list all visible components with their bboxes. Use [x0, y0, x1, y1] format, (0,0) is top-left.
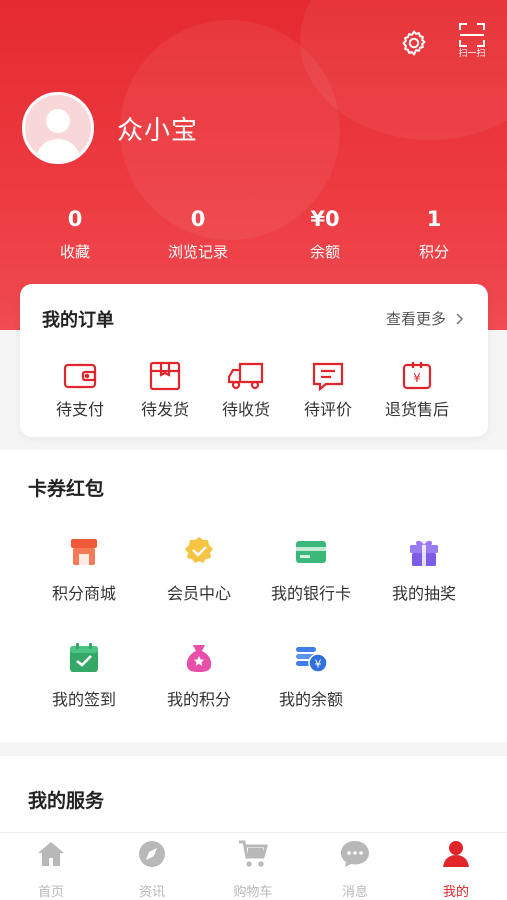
tab-messages[interactable]: 消息 [315, 839, 395, 900]
lottery-button[interactable]: 我的抽奖 [364, 532, 484, 604]
wallet-icon [60, 359, 100, 393]
member-center-button[interactable]: 会员中心 [139, 532, 259, 604]
checkin-button[interactable]: 我的签到 [24, 638, 144, 710]
coupon-item-label: 我的余额 [278, 690, 343, 709]
tab-label: 消息 [341, 885, 368, 900]
tab-cart[interactable]: 购物车 [213, 839, 293, 900]
order-pending-review[interactable]: 待评价 [293, 359, 363, 420]
services-title: 我的服务 [28, 790, 105, 812]
points-mall-button[interactable]: 积分商城 [24, 532, 144, 604]
comment-icon [308, 359, 348, 393]
package-icon [145, 359, 185, 393]
orders-more-label: 查看更多 [385, 310, 446, 328]
stat-balance[interactable]: ¥0 余额 [280, 205, 370, 262]
chevron-right-icon [456, 312, 464, 325]
stat-label: 积分 [418, 243, 449, 261]
scan-icon [459, 23, 485, 47]
my-balance-button[interactable]: ¥ 我的余额 [251, 638, 371, 710]
scan-button[interactable]: 扫一扫 [452, 22, 492, 66]
bank-card-button[interactable]: 我的银行卡 [251, 532, 371, 604]
order-item-label: 待收货 [221, 400, 270, 419]
calendar-check-icon [64, 638, 104, 678]
stat-value: ¥0 [310, 207, 340, 231]
stat-favorites[interactable]: 0 收藏 [30, 205, 120, 262]
orders-more-link[interactable]: 查看更多 [386, 308, 466, 329]
orders-title: 我的订单 [42, 310, 114, 331]
tab-label: 首页 [37, 885, 64, 900]
coupon-item-label: 积分商城 [51, 584, 116, 603]
member-badge-icon [179, 532, 219, 572]
gift-icon [404, 532, 444, 572]
order-pending-receipt[interactable]: 待收货 [211, 359, 281, 420]
order-pending-payment[interactable]: 待支付 [45, 359, 115, 420]
order-item-label: 待评价 [303, 400, 352, 419]
avatar[interactable] [22, 92, 94, 164]
stat-label: 浏览记录 [167, 243, 228, 261]
coins-icon: ¥ [291, 638, 331, 678]
user-icon [439, 839, 473, 869]
order-item-label: 待发货 [140, 400, 189, 419]
compass-icon [135, 839, 169, 869]
stat-value: 0 [67, 207, 83, 231]
order-pending-shipment[interactable]: 待发货 [130, 359, 200, 420]
coupon-item-label: 会员中心 [166, 584, 231, 603]
username[interactable]: 众小宝 [117, 110, 198, 147]
coupon-item-label: 我的积分 [166, 690, 231, 709]
tab-mine[interactable]: 我的 [416, 839, 496, 900]
scan-label: 扫一扫 [458, 49, 486, 59]
orders-card: 我的订单 查看更多 待支付 待发货 待收货 待评价 ¥ 退货售后 [20, 284, 488, 437]
stat-label: 余额 [309, 243, 340, 261]
coupons-section: 卡券红包 积分商城 会员中心 我的银行卡 我的抽奖 我的签到 我的积分 ¥ 我的… [0, 450, 507, 742]
settings-button[interactable] [398, 28, 430, 60]
order-item-label: 退货售后 [384, 400, 449, 419]
order-item-label: 待支付 [55, 400, 104, 419]
svg-text:¥: ¥ [315, 658, 322, 671]
tab-label: 资讯 [138, 885, 165, 900]
home-icon [34, 839, 68, 869]
stat-value: 0 [190, 207, 206, 231]
stat-history[interactable]: 0 浏览记录 [148, 205, 248, 262]
bank-card-icon [291, 532, 331, 572]
money-bag-icon [179, 638, 219, 678]
coupon-item-label: 我的银行卡 [270, 584, 351, 603]
refund-icon: ¥ [397, 359, 437, 393]
profile-header [0, 0, 507, 330]
stat-value: 1 [426, 207, 442, 231]
store-icon [64, 532, 104, 572]
coupons-title: 卡券红包 [28, 478, 105, 500]
tab-news[interactable]: 资讯 [112, 839, 192, 900]
my-points-button[interactable]: 我的积分 [139, 638, 259, 710]
coupon-item-label: 我的签到 [51, 690, 116, 709]
truck-icon [226, 359, 266, 393]
tab-label: 我的 [442, 885, 469, 900]
tab-label: 购物车 [233, 885, 273, 900]
message-icon [338, 839, 372, 869]
cart-icon [236, 839, 270, 869]
svg-text:¥: ¥ [413, 371, 421, 385]
stat-label: 收藏 [59, 243, 90, 261]
order-after-sales[interactable]: ¥ 退货售后 [382, 359, 452, 420]
bottom-tab-bar: 首页 资讯 购物车 消息 我的 [0, 832, 507, 900]
tab-home[interactable]: 首页 [11, 839, 91, 900]
gear-icon [402, 30, 426, 56]
coupon-item-label: 我的抽奖 [391, 584, 456, 603]
stat-points[interactable]: 1 积分 [389, 205, 479, 262]
default-avatar-icon [35, 109, 81, 161]
